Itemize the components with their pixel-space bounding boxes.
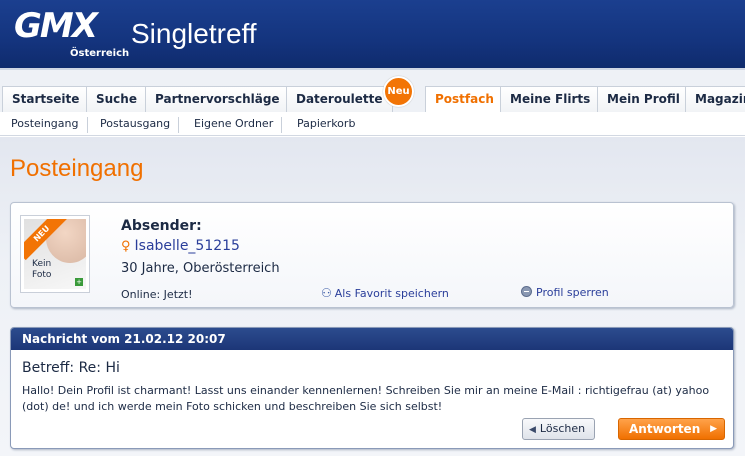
block-profile-label: Profil sperren [536, 286, 609, 299]
subnav-eigene-ordner[interactable]: Eigene Ordner [186, 117, 283, 133]
save-favorite-label: Als Favorit speichern [334, 287, 449, 300]
reply-button[interactable]: Antworten ▶ [618, 418, 725, 440]
add-photo-icon: + [75, 278, 83, 286]
message-header: Nachricht vom 21.02.12 20:07 [11, 328, 733, 350]
subnav-posteingang[interactable]: Posteingang [3, 117, 88, 133]
main-tabs: Startseite Suche Partnervorschläge Dater… [0, 70, 745, 112]
page-title: Posteingang [10, 155, 144, 182]
reply-label: Antworten [629, 422, 701, 436]
sub-navigation: Posteingang Postausgang Eigene Ordner Pa… [0, 112, 745, 136]
subnav-papierkorb[interactable]: Papierkorb [289, 117, 363, 133]
brand-title: Singletreff [131, 18, 257, 49]
tab-postfach[interactable]: Postfach [425, 86, 504, 112]
arrow-right-icon: ▶ [710, 424, 717, 434]
message-card: Nachricht vom 21.02.12 20:07 Betreff: Re… [10, 327, 734, 449]
sender-label: Absender: [121, 218, 202, 234]
new-badge: Neu [383, 76, 414, 107]
message-subject: Betreff: Re: Hi [22, 360, 120, 376]
sender-age-location: 30 Jahre, Oberösterreich [121, 261, 280, 276]
delete-label: Löschen [539, 422, 586, 435]
photo-image: NEU Kein Foto + [24, 219, 86, 289]
sender-card: NEU Kein Foto + Absender: ♀ Isabelle_5121… [10, 202, 734, 308]
add-favorite-icon: ⚇ [321, 286, 332, 300]
subnav-postausgang[interactable]: Postausgang [92, 117, 180, 133]
save-favorite-link[interactable]: ⚇ Als Favorit speichern [321, 286, 449, 300]
tab-suche[interactable]: Suche [86, 86, 147, 112]
no-photo-label: Kein Foto [32, 259, 52, 280]
female-icon: ♀ [121, 239, 131, 254]
main-content: Posteingang NEU Kein Foto + Absender: ♀ I… [0, 137, 745, 456]
sender-name-row: ♀ Isabelle_51215 [121, 238, 240, 254]
tab-meine-flirts[interactable]: Meine Flirts [500, 86, 601, 112]
profile-photo-placeholder[interactable]: NEU Kein Foto + [20, 215, 90, 293]
sender-name-link[interactable]: Isabelle_51215 [135, 238, 240, 254]
tab-startseite[interactable]: Startseite [2, 86, 90, 112]
tab-magazin[interactable]: Magazin [685, 86, 745, 112]
gmx-logo[interactable]: GMX [14, 8, 98, 44]
logo-country: Österreich [70, 48, 130, 59]
tab-mein-profil[interactable]: Mein Profil [597, 86, 690, 112]
delete-button[interactable]: ◀ Löschen [522, 418, 595, 440]
online-status: Online: Jetzt! [121, 288, 193, 301]
arrow-left-icon: ◀ [529, 425, 536, 435]
block-icon [521, 286, 532, 297]
message-body: Hallo! Dein Profil ist charmant! Lasst u… [22, 384, 710, 413]
block-profile-link[interactable]: Profil sperren [521, 286, 609, 299]
tab-partnervorschlaege[interactable]: Partnervorschläge [145, 86, 290, 112]
tab-dateroulette[interactable]: Dateroulette [286, 86, 393, 112]
site-header: GMX Österreich Singletreff [0, 0, 745, 68]
